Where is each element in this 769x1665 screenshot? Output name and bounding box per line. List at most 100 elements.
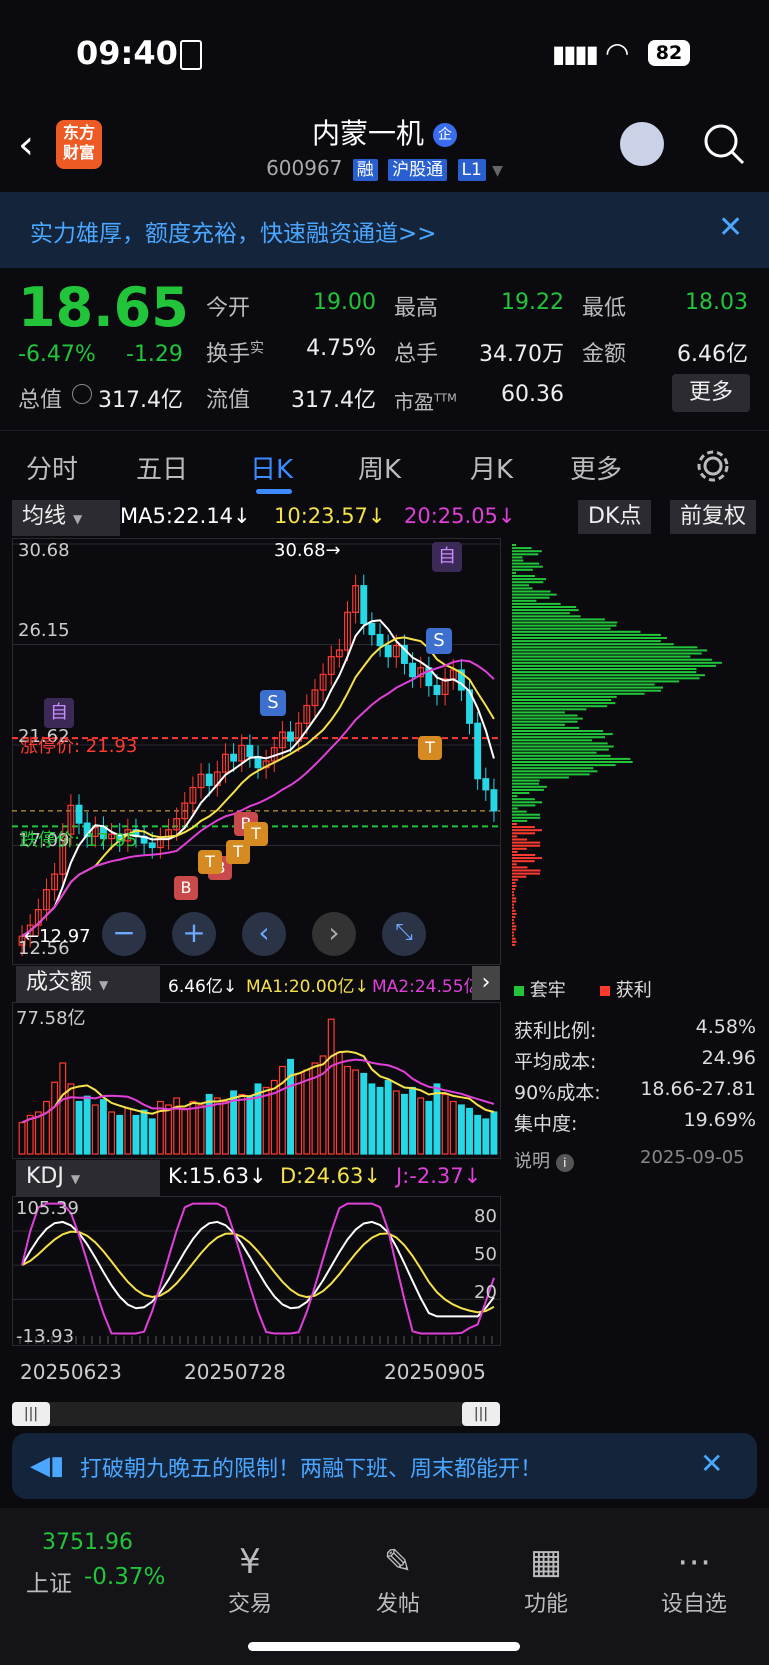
tab-intraday[interactable]: 分时 (26, 449, 78, 486)
chip-bar (512, 624, 617, 627)
fullscreen-button[interactable]: ⤡ (382, 912, 426, 956)
volume-bar (457, 1104, 465, 1155)
volume-bar (124, 1107, 132, 1155)
signal-self-marker[interactable]: 自 (432, 542, 462, 572)
close-icon[interactable]: ✕ (700, 1447, 723, 1480)
chip-bar (512, 854, 536, 856)
chip-bar (512, 720, 578, 723)
amount-value: 6.46亿 (677, 342, 748, 367)
grid-icon: ▦ (529, 1542, 563, 1582)
chip-bar (512, 556, 523, 559)
tag-margin: 融 (352, 159, 378, 181)
tag-connect: 沪股通 (388, 159, 448, 181)
kdj-chart[interactable] (12, 1196, 500, 1344)
tab-weekly-k[interactable]: 周K (358, 449, 401, 486)
settings-icon[interactable] (696, 449, 730, 483)
robot-assistant-icon[interactable] (620, 122, 664, 166)
chip-bar (512, 940, 517, 943)
chip-bar (512, 776, 569, 779)
kdj-indicator-selector[interactable]: KDJ ▼ (16, 1160, 160, 1196)
nav-trade[interactable]: ¥ 交易 (180, 1542, 320, 1618)
chip-bar (512, 900, 517, 903)
volume-bar (205, 1093, 213, 1155)
volume-bar (99, 1099, 107, 1155)
scrubber-left-handle[interactable]: ||| (12, 1402, 50, 1426)
tab-five-day[interactable]: 五日 (136, 449, 188, 486)
volume-indicator-selector[interactable]: 成交额 ▼ (16, 966, 160, 1002)
range-scrubber[interactable] (12, 1402, 500, 1426)
signal-sell-marker[interactable]: S (260, 690, 286, 716)
volume-bar (327, 1018, 335, 1155)
nav-add-watchlist[interactable]: ⋯ 设自选 (624, 1542, 764, 1618)
chip-explain-link[interactable]: 说明 i (514, 1147, 574, 1173)
more-button[interactable]: 更多 (672, 374, 750, 412)
chip-bar (512, 903, 515, 906)
signal-sell-marker[interactable]: S (426, 628, 452, 654)
chip-bar (512, 751, 597, 754)
chip-bar (512, 872, 540, 875)
chip-bar (512, 587, 533, 590)
signal-t-marker[interactable]: T (418, 736, 442, 760)
info-icon[interactable] (72, 384, 92, 404)
chip-bar (512, 745, 614, 748)
volume-bar (26, 1114, 34, 1155)
chip-bar (512, 764, 616, 767)
tab-more[interactable]: 更多 (570, 449, 622, 486)
volume-bar (51, 1081, 59, 1155)
low-label: 最低 (582, 296, 627, 321)
dk-point-button[interactable]: DK点 (578, 500, 652, 534)
id-card-icon (180, 40, 202, 70)
chip-bar (512, 788, 545, 791)
chip-bar (512, 655, 691, 658)
margin-banner[interactable]: 实力雄厚，额度充裕，快速融资通道>> ✕ (0, 192, 769, 268)
candle-body (360, 585, 368, 625)
signal-t-marker[interactable]: T (244, 822, 268, 846)
chevron-right-icon[interactable]: › (472, 966, 500, 1000)
zoom-out-button[interactable]: − (102, 912, 146, 956)
chip-bar (512, 677, 700, 680)
index-change[interactable]: -0.37% (84, 1564, 165, 1590)
scroll-left-button[interactable]: ‹ (242, 912, 286, 956)
chip-bar (512, 754, 611, 757)
zoom-in-button[interactable]: + (172, 912, 216, 956)
tab-daily-k[interactable]: 日K (250, 449, 293, 486)
signal-buy-marker[interactable]: B (174, 876, 198, 900)
search-icon[interactable] (702, 122, 746, 166)
edit-icon: ✎ (383, 1542, 413, 1582)
kline-header: 均线 ▼ MA5:22.14↓ 10:23.57↓ 20:25.05↓ DK点 … (0, 498, 769, 536)
scroll-right-button[interactable]: › (312, 912, 356, 956)
chip-bar (512, 869, 541, 872)
chip-bar (512, 683, 655, 686)
chip-legend-hold: 套牢 (514, 976, 566, 1002)
chip-bar (512, 553, 539, 556)
chip-bar (512, 770, 598, 773)
enterprise-badge: 企 (432, 123, 457, 147)
volume-bar (116, 1114, 124, 1155)
tab-monthly-k[interactable]: 月K (470, 449, 513, 486)
volume-bar (59, 1062, 67, 1155)
nav-post[interactable]: ✎ 发帖 (328, 1542, 468, 1618)
index-value[interactable]: 3751.96 (42, 1530, 133, 1555)
chip-bar (512, 615, 581, 618)
close-icon[interactable]: ✕ (718, 210, 743, 245)
volume-bar (165, 1104, 172, 1155)
kdj-k-line (21, 1220, 495, 1318)
scrubber-right-handle[interactable]: ||| (462, 1402, 500, 1426)
index-name[interactable]: 上证 (26, 1564, 72, 1598)
nav-functions[interactable]: ▦ 功能 (476, 1542, 616, 1618)
adjust-button[interactable]: 前复权 (670, 500, 757, 534)
signal-t-marker[interactable]: T (198, 850, 222, 874)
chip-bar (512, 593, 557, 596)
chip-bar (512, 630, 641, 633)
promo-bar[interactable]: ◀▮ 打破朝九晚五的限制！两融下班、周末都能开！ ✕ (12, 1433, 757, 1499)
chip-bar (512, 643, 674, 646)
chip-bar (512, 807, 518, 810)
chip-bar (512, 860, 535, 863)
signal-self-marker[interactable]: 自 (44, 698, 74, 728)
home-indicator (248, 1642, 520, 1651)
volume-ma1-label: MA1:20.00亿↓ (246, 977, 369, 997)
low-value: 18.03 (685, 290, 748, 315)
mktcap-label: 总值 (18, 388, 63, 413)
chip-bar (512, 674, 705, 677)
ma-selector[interactable]: 均线 ▼ (12, 500, 120, 536)
